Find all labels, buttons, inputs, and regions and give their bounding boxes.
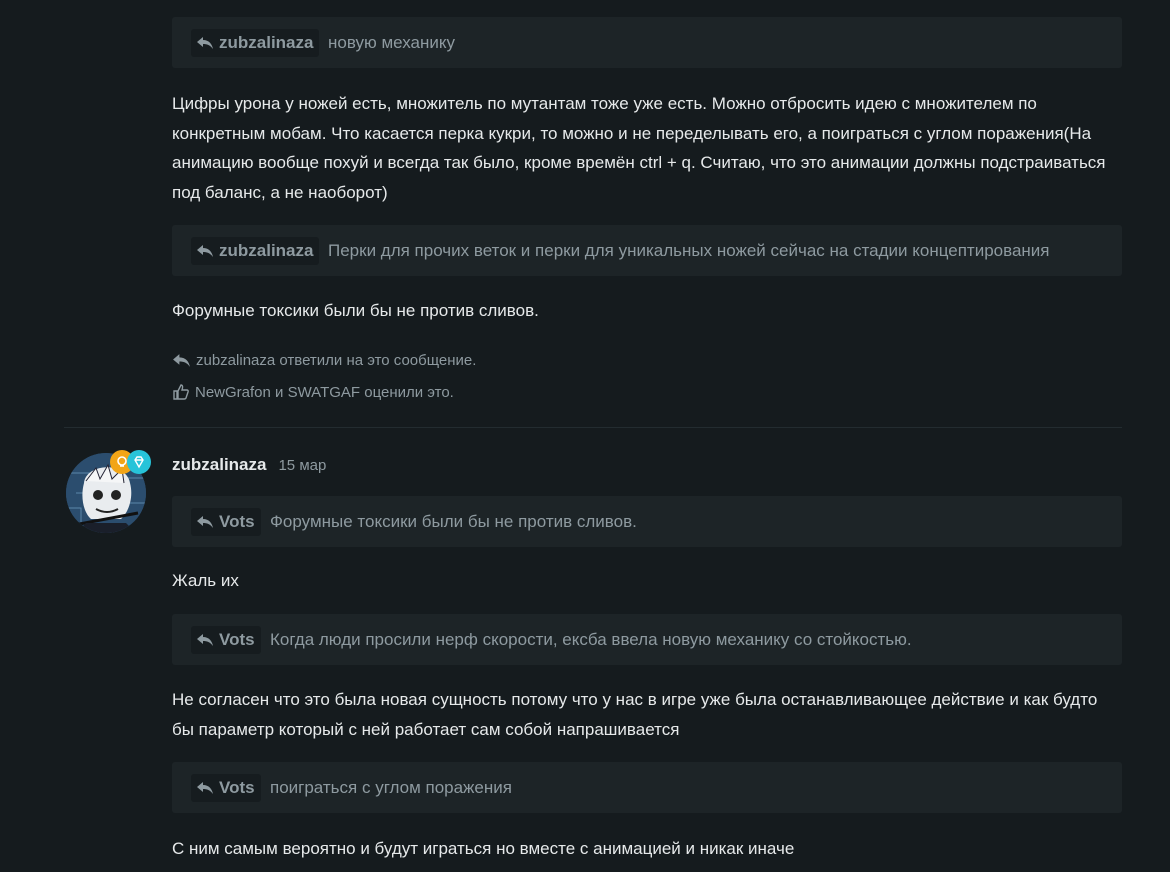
quote-author-link[interactable]: Vots <box>191 626 261 654</box>
post-paragraph: С ним самым вероятно и будут играться но… <box>172 839 795 858</box>
reply-arrow-icon <box>173 354 190 367</box>
quote-text: поиграться с углом поражения <box>270 778 512 797</box>
quote-author-link[interactable]: Vots <box>191 508 261 536</box>
quote-block: Vots Форумные токсики были бы не против … <box>172 496 1122 547</box>
quote-author-name: zubzalinaza <box>219 241 314 260</box>
post-paragraph: Жаль их <box>172 571 239 590</box>
quote-author-name: Vots <box>219 512 255 531</box>
reply-arrow-icon <box>197 782 213 794</box>
reply-arrow-icon <box>197 37 213 49</box>
quote-author-name: Vots <box>219 630 255 649</box>
quote-author-link[interactable]: Vots <box>191 774 261 802</box>
quote-text: новую механику <box>328 33 456 52</box>
likes-line[interactable]: NewGrafon и SWATGAF оценили это. <box>172 383 454 401</box>
post-paragraph: Цифры урона у ножей есть, множитель по м… <box>172 94 1106 202</box>
quote-author-link[interactable]: zubzalinaza <box>191 29 320 57</box>
post-header: zubzalinaza 15 мар <box>172 455 326 475</box>
quote-block: Vots поиграться с углом поражения <box>172 762 1122 813</box>
quote-author-name: Vots <box>219 778 255 797</box>
quote-block: Vots Когда люди просили нерф скорости, е… <box>172 614 1122 665</box>
quote-author-name: zubzalinaza <box>219 33 314 52</box>
thumbs-up-icon <box>173 384 189 400</box>
replies-text: zubzalinaza ответили на это сообщение. <box>196 352 477 369</box>
quote-text: Перки для прочих веток и перки для уника… <box>328 241 1050 260</box>
quote-text: Форумные токсики были бы не против сливо… <box>270 512 637 531</box>
likes-text: NewGrafon и SWATGAF оценили это. <box>195 383 454 401</box>
post-date[interactable]: 15 мар <box>278 457 326 474</box>
post-paragraph: Форумные токсики были бы не против сливо… <box>172 301 539 320</box>
post-divider <box>64 427 1122 428</box>
reply-arrow-icon <box>197 516 213 528</box>
quote-author-link[interactable]: zubzalinaza <box>191 237 320 265</box>
replies-line[interactable]: zubzalinaza ответили на это сообщение. <box>172 352 476 369</box>
reply-arrow-icon <box>197 245 213 257</box>
reply-arrow-icon <box>197 634 213 646</box>
quote-text: Когда люди просили нерф скорости, ексба … <box>270 630 912 649</box>
author-name[interactable]: zubzalinaza <box>172 455 266 475</box>
diamond-badge-icon[interactable] <box>127 450 151 474</box>
quote-block: zubzalinaza новую механику <box>172 17 1122 68</box>
quote-block: zubzalinaza Перки для прочих веток и пер… <box>172 225 1122 276</box>
post-paragraph: Не согласен что это была новая сущность … <box>172 690 1098 739</box>
